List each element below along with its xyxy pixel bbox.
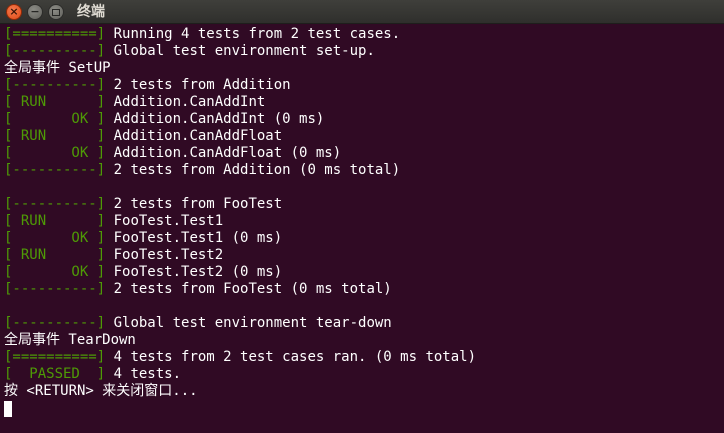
terminal-line: [ RUN ] Addition.CanAddFloat bbox=[4, 128, 724, 145]
minimize-button[interactable]: − bbox=[27, 4, 43, 20]
terminal-line: 全局事件 SetUP bbox=[4, 60, 724, 77]
terminal-line: [ RUN ] FooTest.Test1 bbox=[4, 213, 724, 230]
terminal-line: [----------] 2 tests from Addition (0 ms… bbox=[4, 162, 724, 179]
test-status-tag: [ RUN ] bbox=[4, 213, 106, 229]
terminal-line-text: 2 tests from FooTest bbox=[105, 196, 283, 212]
close-button[interactable]: × bbox=[6, 4, 22, 20]
test-status-tag: [ OK ] bbox=[4, 145, 106, 161]
test-status-tag: [ OK ] bbox=[4, 264, 106, 280]
terminal-line-text: FooTest.Test1 bbox=[105, 213, 224, 229]
test-status-tag: [----------] bbox=[4, 196, 106, 212]
terminal-line-text: Addition.CanAddFloat (0 ms) bbox=[105, 145, 342, 161]
text-cursor bbox=[4, 401, 12, 417]
test-status-tag: [----------] bbox=[4, 43, 106, 59]
terminal-line-text: Running 4 tests from 2 test cases. bbox=[105, 26, 401, 42]
terminal-line-text: Addition.CanAddInt bbox=[105, 94, 266, 110]
terminal-line-text: 4 tests from 2 test cases ran. (0 ms tot… bbox=[105, 349, 477, 365]
terminal-line: [----------] 2 tests from FooTest bbox=[4, 196, 724, 213]
test-status-tag: [----------] bbox=[4, 281, 106, 297]
terminal-line-text: FooTest.Test2 (0 ms) bbox=[105, 264, 283, 280]
terminal-line: [----------] Global test environment set… bbox=[4, 43, 724, 60]
terminal-line-text: Global test environment tear-down bbox=[105, 315, 392, 331]
test-status-tag: [----------] bbox=[4, 77, 106, 93]
maximize-icon bbox=[52, 8, 60, 16]
terminal-line: [----------] 2 tests from Addition bbox=[4, 77, 724, 94]
terminal-line-text: Addition.CanAddInt (0 ms) bbox=[105, 111, 325, 127]
test-status-tag: [==========] bbox=[4, 349, 106, 365]
window-title: 终端 bbox=[77, 4, 105, 20]
terminal-output[interactable]: [==========] Running 4 tests from 2 test… bbox=[4, 26, 724, 433]
terminal-line-text: 2 tests from Addition bbox=[105, 77, 291, 93]
terminal-line: [----------] 2 tests from FooTest (0 ms … bbox=[4, 281, 724, 298]
terminal-line: [ RUN ] FooTest.Test2 bbox=[4, 247, 724, 264]
terminal-line: [ OK ] Addition.CanAddInt (0 ms) bbox=[4, 111, 724, 128]
terminal-line: [ RUN ] Addition.CanAddInt bbox=[4, 94, 724, 111]
test-status-tag: [ OK ] bbox=[4, 111, 106, 127]
terminal-line-text: 2 tests from FooTest (0 ms total) bbox=[105, 281, 392, 297]
minimize-icon: − bbox=[30, 5, 40, 18]
terminal-line: [ OK ] FooTest.Test1 (0 ms) bbox=[4, 230, 724, 247]
test-status-tag: [----------] bbox=[4, 162, 106, 178]
test-status-tag: [ RUN ] bbox=[4, 247, 106, 263]
terminal-line: [==========] 4 tests from 2 test cases r… bbox=[4, 349, 724, 366]
terminal-line-text: Addition.CanAddFloat bbox=[105, 128, 283, 144]
terminal-line-text: 全局事件 TearDown bbox=[4, 332, 136, 348]
terminal-line: [----------] Global test environment tea… bbox=[4, 315, 724, 332]
close-icon: × bbox=[9, 5, 19, 18]
terminal-line-text: 4 tests. bbox=[105, 366, 182, 382]
test-status-tag: [==========] bbox=[4, 26, 106, 42]
terminal-line-text: 2 tests from Addition (0 ms total) bbox=[105, 162, 401, 178]
terminal-line-text: Global test environment set-up. bbox=[105, 43, 375, 59]
test-status-tag: [ OK ] bbox=[4, 230, 106, 246]
test-status-tag: [ RUN ] bbox=[4, 94, 106, 110]
terminal-line-text: FooTest.Test1 (0 ms) bbox=[105, 230, 283, 246]
terminal-line: [ OK ] FooTest.Test2 (0 ms) bbox=[4, 264, 724, 281]
maximize-button[interactable] bbox=[48, 4, 64, 20]
terminal-line: 全局事件 TearDown bbox=[4, 332, 724, 349]
terminal-line-text: 全局事件 SetUP bbox=[4, 60, 111, 76]
terminal-line: [ PASSED ] 4 tests. bbox=[4, 366, 724, 383]
title-bar[interactable]: × − 终端 bbox=[0, 0, 724, 24]
test-status-tag: [ RUN ] bbox=[4, 128, 106, 144]
terminal-window: × − 终端 [==========] Running 4 tests from… bbox=[0, 0, 724, 433]
terminal-line: [ OK ] Addition.CanAddFloat (0 ms) bbox=[4, 145, 724, 162]
terminal-line-text: 按 <RETURN> 来关闭窗口... bbox=[4, 383, 198, 399]
test-status-tag: [----------] bbox=[4, 315, 106, 331]
test-status-tag: [ PASSED ] bbox=[4, 366, 106, 382]
cursor-line bbox=[4, 400, 724, 417]
terminal-line: [==========] Running 4 tests from 2 test… bbox=[4, 26, 724, 43]
terminal-line-text: FooTest.Test2 bbox=[105, 247, 224, 263]
terminal-line: 按 <RETURN> 来关闭窗口... bbox=[4, 383, 724, 400]
